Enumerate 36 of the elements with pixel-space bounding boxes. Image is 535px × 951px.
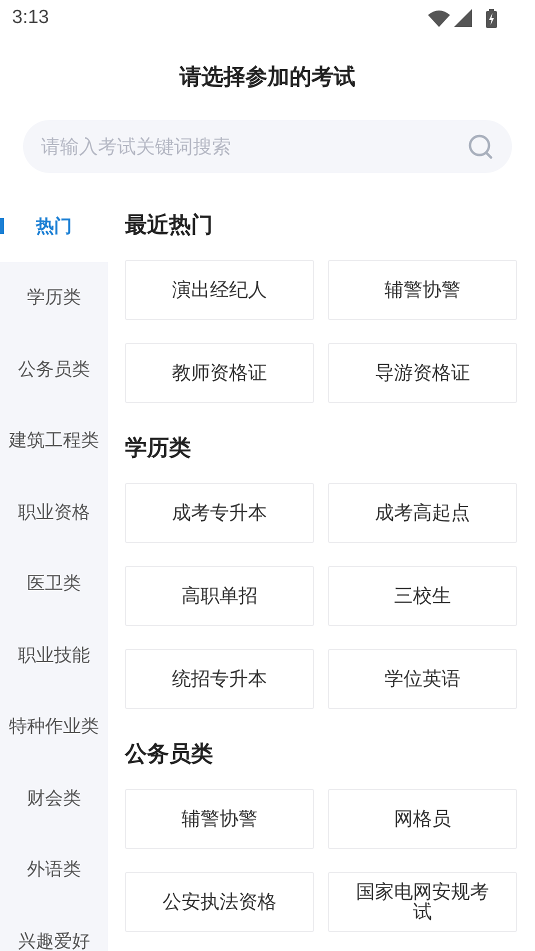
exam-option[interactable]: 学位英语: [328, 649, 517, 709]
sidebar-item[interactable]: 热门: [0, 190, 108, 262]
page-title: 请选择参加的考试: [178, 64, 356, 92]
battery-icon: [486, 8, 497, 28]
exam-option[interactable]: 国家电网安规考试: [328, 872, 517, 932]
sidebar-item[interactable]: 职业资格: [0, 476, 108, 548]
section-heading: 公务员类: [125, 741, 214, 769]
exam-option[interactable]: 公安执法资格: [125, 872, 314, 932]
exam-option[interactable]: 演出经纪人: [125, 260, 314, 320]
exam-option[interactable]: 统招专升本: [125, 649, 314, 709]
sidebar-item[interactable]: 兴趣爱好: [0, 905, 108, 951]
sidebar-item[interactable]: 学历类: [0, 262, 108, 333]
exam-option[interactable]: 导游资格证: [328, 343, 517, 403]
exam-option[interactable]: 三校生: [328, 566, 517, 626]
sidebar-item[interactable]: 特种作业类: [0, 690, 108, 762]
exam-option[interactable]: 高职单招: [125, 566, 314, 626]
wifi-icon: [428, 10, 450, 26]
sidebar-item[interactable]: 职业技能: [0, 619, 108, 690]
exam-option[interactable]: 教师资格证: [125, 343, 314, 403]
exam-option[interactable]: 辅警协警: [328, 260, 517, 320]
exam-option[interactable]: 成考专升本: [125, 483, 314, 543]
status-time: 3:13: [12, 7, 49, 29]
search-icon[interactable]: [468, 134, 494, 160]
sidebar-item[interactable]: 建筑工程类: [0, 404, 108, 476]
section-heading: 学历类: [125, 435, 192, 463]
sidebar-item[interactable]: 公务员类: [0, 333, 108, 404]
search-field[interactable]: 请输入考试关键词搜索: [23, 120, 512, 173]
exam-option[interactable]: 辅警协警: [125, 789, 314, 849]
section-heading: 最近热门: [125, 212, 214, 240]
sidebar-item[interactable]: 外语类: [0, 834, 108, 905]
sidebar-item[interactable]: 财会类: [0, 762, 108, 834]
exam-option[interactable]: 成考高起点: [328, 483, 517, 543]
sidebar-item[interactable]: 医卫类: [0, 548, 108, 619]
exam-option[interactable]: 网格员: [328, 789, 517, 849]
selected-indicator: [0, 218, 4, 234]
signal-icon: [454, 9, 472, 27]
